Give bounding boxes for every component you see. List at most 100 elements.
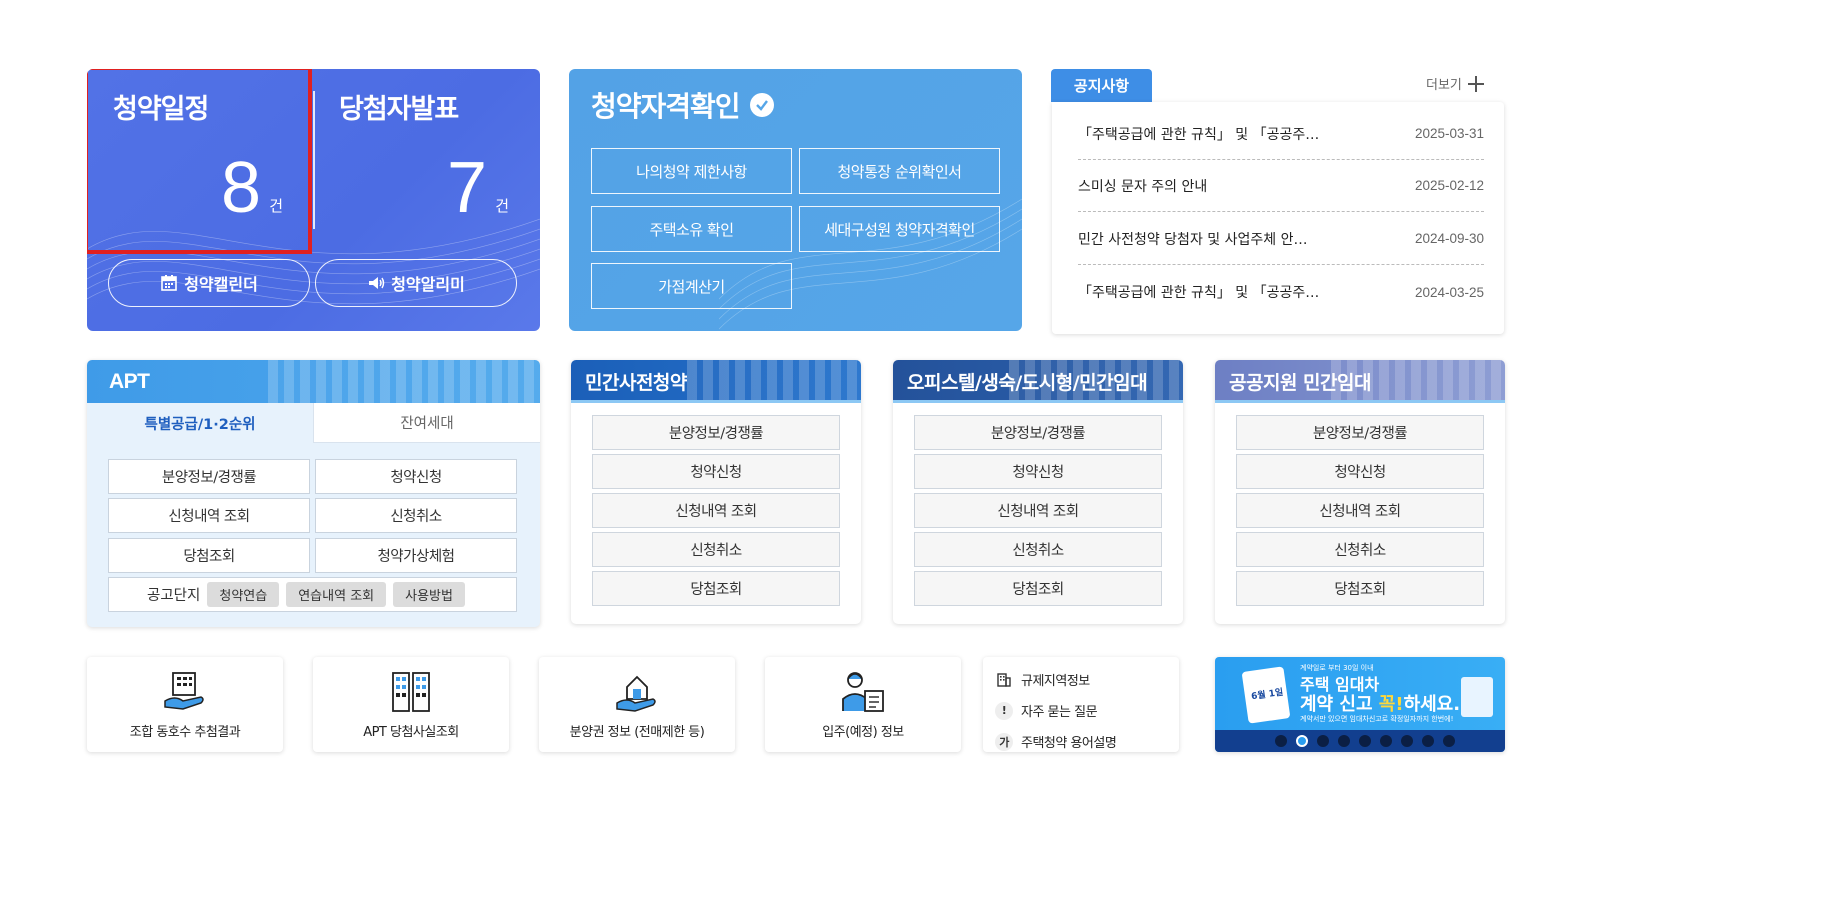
household-qualification-button[interactable]: 세대구성원 청약자격확인 — [799, 206, 1000, 252]
glossary-link[interactable]: 가 주택청약 용어설명 — [995, 726, 1179, 757]
my-restriction-button[interactable]: 나의청약 제한사항 — [591, 148, 792, 194]
notice-item[interactable]: 「주택공급에 관한 규칙」 및 「공공주… 2024-03-25 — [1078, 266, 1484, 318]
banner-dot[interactable] — [1317, 735, 1329, 747]
public-rental-cancel-button[interactable]: 신청취소 — [1236, 532, 1484, 567]
winner-label: 당첨자발표 — [339, 94, 459, 125]
apartment-icon — [392, 672, 430, 712]
point-calculator-button[interactable]: 가점계산기 — [591, 263, 792, 309]
apt-card: APT 특별공급/1·2순위 잔여세대 분양정보/경쟁률 청약신청 신청내역 조… — [87, 360, 540, 627]
banner-dot[interactable] — [1275, 735, 1287, 747]
notice-date: 2024-09-30 — [1414, 231, 1484, 246]
banner-dot[interactable] — [1296, 735, 1308, 747]
banner-dot[interactable] — [1401, 735, 1413, 747]
notice-list: 「주택공급에 관한 규칙」 및 「공공주… 2025-03-31 스미싱 문자 … — [1052, 102, 1504, 334]
highlight-box — [87, 69, 312, 254]
rental-report-banner[interactable]: 6월 1일 계약일로 부터 30일 이내 주택 임대차 계약 신고 꼭!하세요.… — [1215, 657, 1505, 752]
person-document-icon — [842, 672, 884, 712]
quick-links: 규제지역정보 ! 자주 묻는 질문 가 주택청약 용어설명 — [983, 657, 1179, 752]
banner-dot[interactable] — [1380, 735, 1392, 747]
notice-item[interactable]: 「주택공급에 관한 규칙」 및 「공공주… 2025-03-31 — [1078, 108, 1484, 160]
public-rental-apply-button[interactable]: 청약신청 — [1236, 454, 1484, 489]
banner-pagination — [1275, 735, 1455, 747]
pre-sale-cancel-button[interactable]: 신청취소 — [592, 532, 840, 567]
banner-headline-2: 계약 신고 꼭!하세요. — [1300, 690, 1460, 716]
notice-title: 민간 사전청약 당첨자 및 사업주체 안… — [1078, 231, 1308, 248]
apt-bar-label: 공고단지 — [147, 588, 201, 604]
public-rental-winner-button[interactable]: 당첨조회 — [1236, 571, 1484, 606]
officetel-history-button[interactable]: 신청내역 조회 — [914, 493, 1162, 528]
notice-title: 스미싱 문자 주의 안내 — [1078, 178, 1208, 195]
pre-sale-title: 민간사전청약 — [585, 372, 687, 394]
alarm-button-label: 청약알리미 — [391, 275, 465, 294]
banner-dot[interactable] — [1422, 735, 1434, 747]
ga-icon: 가 — [995, 732, 1013, 751]
qualification-panel: 청약자격확인 나의청약 제한사항 청약통장 순위확인서 주택소유 확인 세대구성… — [569, 69, 1022, 331]
pre-sale-apply-button[interactable]: 청약신청 — [592, 454, 840, 489]
officetel-card: 오피스텔/생숙/도시형/민간임대 분양정보/경쟁률 청약신청 신청내역 조회 신… — [893, 360, 1183, 624]
faq-link[interactable]: ! 자주 묻는 질문 — [995, 695, 1179, 726]
tab-special-supply[interactable]: 특별공급/1·2순위 — [87, 403, 313, 443]
sale-right-info-label: 분양권 정보 (전매제한 등) — [569, 725, 705, 740]
subscription-stats-panel: 청약일정 8 건 당첨자발표 7 건 청약캘린더 청약알리미 — [87, 69, 540, 331]
apt-history-button[interactable]: 신청내역 조회 — [108, 498, 310, 533]
union-lottery-card[interactable]: 조합 동호수 추첨결과 — [87, 657, 283, 752]
apt-apply-button[interactable]: 청약신청 — [315, 459, 517, 494]
house-ownership-button[interactable]: 주택소유 확인 — [591, 206, 792, 252]
notice-date: 2024-03-25 — [1414, 284, 1484, 300]
calendar-button[interactable]: 청약캘린더 — [108, 259, 310, 307]
practice-history-chip[interactable]: 연습내역 조회 — [286, 582, 387, 607]
calendar-button-label: 청약캘린더 — [184, 275, 258, 294]
banner-dot[interactable] — [1359, 735, 1371, 747]
faq-label: 자주 묻는 질문 — [1021, 705, 1098, 720]
sale-right-info-card[interactable]: 분양권 정보 (전매제한 등) — [539, 657, 735, 752]
regulated-area-link[interactable]: 규제지역정보 — [995, 664, 1179, 695]
apt-cancel-button[interactable]: 신청취소 — [315, 498, 517, 533]
officetel-winner-button[interactable]: 당첨조회 — [914, 571, 1162, 606]
practice-chip[interactable]: 청약연습 — [207, 582, 280, 607]
pre-sale-header: 민간사전청약 — [571, 360, 861, 403]
house-hand-icon — [616, 675, 656, 712]
account-rank-button[interactable]: 청약통장 순위확인서 — [799, 148, 1000, 194]
public-rental-history-button[interactable]: 신청내역 조회 — [1236, 493, 1484, 528]
officetel-cancel-button[interactable]: 신청취소 — [914, 532, 1162, 567]
apt-winner-check-label: APT 당첨사실조회 — [363, 725, 459, 740]
building-decoration — [268, 360, 540, 403]
more-link[interactable]: 더보기 — [1426, 74, 1484, 93]
winner-stat[interactable]: 당첨자발표 7 건 — [313, 69, 539, 249]
notice-item[interactable]: 민간 사전청약 당첨자 및 사업주체 안… 2024-09-30 — [1078, 213, 1484, 265]
apt-winner-check-card[interactable]: APT 당첨사실조회 — [313, 657, 509, 752]
banner-headline-2b: 꼭! — [1378, 694, 1404, 715]
move-in-info-label: 입주(예정) 정보 — [822, 725, 904, 740]
header-underline — [1215, 400, 1505, 403]
apt-sale-info-button[interactable]: 분양정보/경쟁률 — [108, 459, 310, 494]
header-underline — [571, 400, 861, 403]
pre-sale-winner-button[interactable]: 당첨조회 — [592, 571, 840, 606]
union-lottery-label: 조합 동호수 추첨결과 — [129, 725, 241, 740]
public-rental-info-button[interactable]: 분양정보/경쟁률 — [1236, 415, 1484, 450]
pre-sale-history-button[interactable]: 신청내역 조회 — [592, 493, 840, 528]
pre-sale-info-button[interactable]: 분양정보/경쟁률 — [592, 415, 840, 450]
officetel-info-button[interactable]: 분양정보/경쟁률 — [914, 415, 1162, 450]
notice-tab[interactable]: 공지사항 — [1051, 69, 1152, 102]
apt-title: APT — [109, 369, 150, 393]
speaker-icon — [369, 277, 385, 289]
schedule-stat[interactable]: 청약일정 8 건 — [87, 69, 313, 254]
apt-winner-button[interactable]: 당첨조회 — [108, 538, 310, 573]
building-decoration — [687, 360, 861, 403]
alarm-button[interactable]: 청약알리미 — [315, 259, 517, 307]
banner-dot[interactable] — [1338, 735, 1350, 747]
officetel-apply-button[interactable]: 청약신청 — [914, 454, 1162, 489]
banner-dot[interactable] — [1443, 735, 1455, 747]
tab-remaining-units[interactable]: 잔여세대 — [313, 403, 540, 443]
banner-headline-2a: 계약 신고 — [1300, 694, 1379, 715]
more-label: 더보기 — [1426, 78, 1462, 93]
check-circle-icon — [749, 93, 774, 117]
header-underline — [893, 400, 1183, 403]
notice-item[interactable]: 스미싱 문자 주의 안내 2025-02-12 — [1078, 160, 1484, 212]
apt-virtual-button[interactable]: 청약가상체험 — [315, 538, 517, 573]
document-illustration — [1461, 677, 1493, 717]
banner-headline-2c: 하세요. — [1403, 694, 1461, 715]
usage-chip[interactable]: 사용방법 — [393, 582, 465, 607]
move-in-info-card[interactable]: 입주(예정) 정보 — [765, 657, 961, 752]
notice-date: 2025-02-12 — [1414, 178, 1484, 193]
